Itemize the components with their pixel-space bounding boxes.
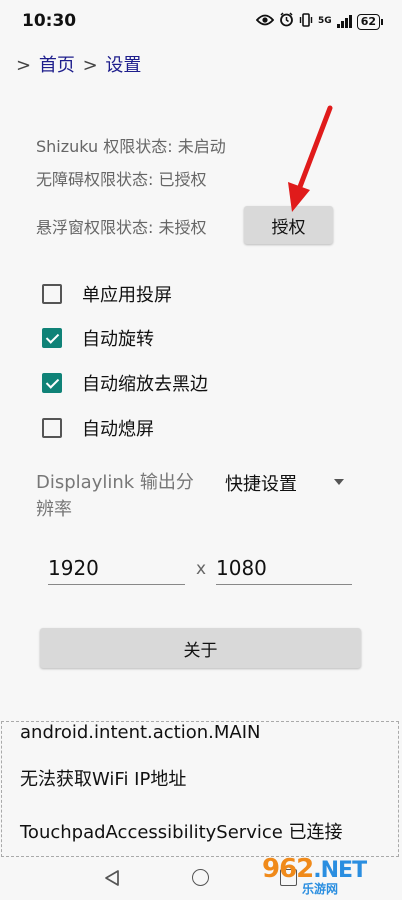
- signal-icon: [336, 15, 352, 28]
- option-auto-screen-off[interactable]: 自动熄屏: [42, 413, 154, 443]
- network-type: 5G: [318, 16, 332, 26]
- breadcrumb-separator: >: [16, 55, 32, 76]
- option-label: 自动熄屏: [82, 419, 154, 440]
- vibrate-icon: [299, 12, 313, 31]
- resolution-width-input[interactable]: [48, 552, 185, 585]
- status-time: 10:30: [22, 11, 77, 31]
- log-line: TouchpadAccessibilityService 已连接: [20, 822, 343, 843]
- option-auto-rotate[interactable]: 自动旋转: [42, 323, 154, 353]
- status-bar: 10:30 5G 62: [0, 0, 402, 46]
- resolution-height-input[interactable]: [216, 552, 352, 585]
- checkbox[interactable]: [42, 373, 62, 393]
- shizuku-status: Shizuku 权限状态: 未启动: [36, 137, 226, 156]
- option-label: 单应用投屏: [82, 285, 172, 306]
- option-label: 自动旋转: [82, 329, 154, 350]
- alarm-icon: [279, 12, 294, 31]
- option-single-app-cast[interactable]: 单应用投屏: [42, 279, 172, 309]
- battery-icon: 62: [356, 13, 384, 30]
- checkbox[interactable]: [42, 328, 62, 348]
- battery-level: 62: [360, 14, 376, 28]
- dropdown-value: 快捷设置: [225, 474, 297, 495]
- option-auto-scale[interactable]: 自动缩放去黑边: [42, 368, 208, 398]
- overlay-status: 悬浮窗权限状态: 未授权: [36, 218, 207, 237]
- status-icons: 5G 62: [255, 12, 384, 31]
- breadcrumb-separator: >: [82, 55, 98, 76]
- watermark-subtitle: 乐游网: [302, 882, 339, 896]
- log-line: android.intent.action.MAIN: [20, 722, 261, 743]
- log-panel[interactable]: android.intent.action.MAIN 无法获取WiFi IP地址…: [1, 721, 399, 857]
- checkbox[interactable]: [42, 418, 62, 438]
- red-arrow-icon: [288, 105, 333, 212]
- log-line: 无法获取WiFi IP地址: [20, 769, 187, 790]
- home-icon[interactable]: [192, 869, 209, 886]
- resolution-separator: x: [196, 559, 207, 579]
- caret-down-icon: [334, 479, 344, 485]
- breadcrumb-current[interactable]: 设置: [105, 55, 141, 76]
- option-label: 自动缩放去黑边: [82, 374, 208, 395]
- about-button[interactable]: 关于: [40, 628, 361, 668]
- breadcrumb-home[interactable]: 首页: [39, 55, 75, 76]
- breadcrumb: > 首页 > 设置: [14, 51, 141, 77]
- back-icon[interactable]: [104, 869, 120, 887]
- eye-icon: [255, 14, 275, 30]
- watermark-logo: 962.NET 乐游网: [262, 850, 400, 898]
- accessibility-status: 无障碍权限状态: 已授权: [36, 170, 207, 189]
- checkbox[interactable]: [42, 284, 62, 304]
- displaylink-label: Displaylink 输出分辨率: [36, 472, 194, 520]
- displaylink-dropdown[interactable]: 快捷设置: [225, 470, 350, 498]
